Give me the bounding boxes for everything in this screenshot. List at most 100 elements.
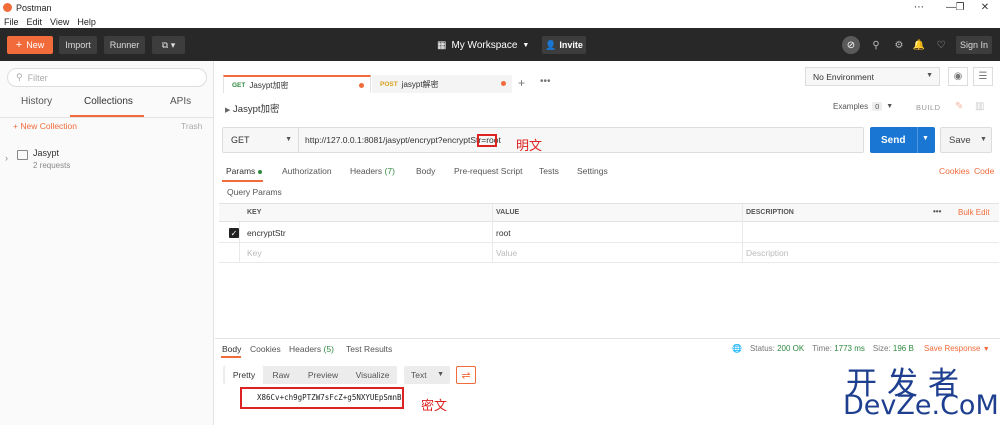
invite-button[interactable]: 👤 Invite [542,36,586,54]
bulk-edit-link[interactable]: Bulk Edit [958,208,990,217]
tab-jasypt-encrypt[interactable]: GET Jasypt加密 [223,75,371,93]
filter-input[interactable]: ⚲ Filter [7,68,207,87]
new-value-input[interactable]: Value [496,248,517,258]
edit-icon[interactable]: ✎ [955,101,963,112]
signin-button[interactable]: Sign In [956,36,992,54]
runner-button[interactable]: Runner [104,36,145,54]
send-button[interactable]: Send ▼ [870,127,935,153]
tab-prerequest-script[interactable]: Pre-request Script [454,166,523,176]
row-checkbox[interactable]: ✓ [229,228,239,238]
request-name-label: Jasypt加密 [233,104,280,115]
environment-select[interactable]: No Environment ▼ [805,67,940,86]
window-more-icon[interactable]: ⋯ [904,0,934,15]
new-window-button[interactable]: ⧉ ▾ [152,36,185,54]
table-more-icon[interactable]: ••• [933,207,941,216]
ciphertext-annotation: 密文 [421,398,448,413]
examples-label: Examples [833,102,869,111]
eye-icon[interactable]: ◉ [948,67,968,86]
menubar: File Edit View Help [0,15,1000,28]
status-label: Status: [749,344,775,353]
menu-edit[interactable]: Edit [27,17,43,27]
trash-link[interactable]: Trash [181,121,202,131]
collection-item[interactable]: › Jasypt 2 requests [5,147,205,175]
response-tab-cookies[interactable]: Cookies [250,344,281,354]
text-type-value: Text [411,370,427,380]
format-visualize[interactable]: Visualize [350,366,395,384]
request-name[interactable]: ▶ Jasypt加密 [225,101,280,115]
window-title: Postman [16,2,52,13]
tab-settings[interactable]: Settings [577,166,608,176]
menu-file[interactable]: File [4,17,19,27]
tab-jasypt-decrypt[interactable]: POST jasypt解密 [372,75,512,93]
chevron-down-icon: ▼ [886,103,894,110]
new-key-input[interactable]: Key [247,248,262,258]
tab-params[interactable]: Params [226,166,263,176]
window-restore-icon[interactable]: ❐ [952,0,968,15]
response-tab-headers[interactable]: Headers (5) [289,344,334,354]
format-preview[interactable]: Preview [301,366,345,384]
new-collection-button[interactable]: + New Collection [13,121,77,131]
url-input[interactable]: http://127.0.0.1:8081/jasypt/encrypt?enc… [305,135,501,145]
tab-headers[interactable]: Headers (7) [350,166,395,176]
text-type-select[interactable]: Text ▼ [404,366,450,384]
tab-history[interactable]: History [21,96,52,112]
params-active-dot [258,169,263,174]
tab-authorization[interactable]: Authorization [282,166,332,176]
heart-icon[interactable]: ♡ [932,36,950,54]
docs-icon[interactable]: ▥ [975,101,984,112]
tab-collections[interactable]: Collections [84,96,133,112]
sync-off-icon[interactable]: ⊘ [842,36,860,54]
wrap-lines-icon[interactable]: ⇌ [456,366,476,384]
time-group: Time: 1773 ms [812,344,865,353]
format-pretty[interactable]: Pretty [225,366,263,384]
new-description-input[interactable]: Description [746,248,789,258]
tab-apis[interactable]: APIs [170,96,191,112]
unsaved-dot [359,83,364,88]
tab-tests[interactable]: Tests [539,166,559,176]
examples-dropdown[interactable]: Examples 0 ▼ [833,102,893,111]
satellite-icon[interactable]: ⚲ [867,36,885,54]
active-tab-indicator [221,356,241,358]
tab-label: jasypt解密 [401,79,439,89]
response-tab-test-results[interactable]: Test Results [346,344,392,354]
search-icon: ⚲ [16,72,23,82]
chevron-right-icon: › [5,153,8,163]
window-plus-icon: ⧉ ▾ [161,39,176,50]
url-bar: GET ▼ http://127.0.0.1:8081/jasypt/encry… [222,127,864,153]
more-tabs-icon[interactable]: ••• [540,76,551,87]
format-raw[interactable]: Raw [266,366,296,384]
menu-help[interactable]: Help [77,17,96,27]
cookies-link[interactable]: Cookies [939,166,970,176]
save-response-button[interactable]: Save Response ▼ [924,344,990,353]
tab-body[interactable]: Body [416,166,435,176]
code-link[interactable]: Code [974,166,994,176]
window-close-icon[interactable]: ✕ [970,0,1000,15]
divider [239,222,240,263]
add-user-icon: 👤 [545,39,557,50]
environment-settings-icon[interactable]: ☰ [973,67,993,86]
build-label[interactable]: BUILD [916,103,941,112]
folder-icon [17,150,28,160]
notification-bell-icon[interactable]: 🔔 [910,36,928,54]
response-headers-count: (5) [323,344,334,354]
save-button[interactable]: Save ▼ [940,127,992,153]
response-body-text[interactable]: X86Cv+ch9gPTZW7sFcZ+g5NXYUEpSmnB [257,393,402,402]
menu-view[interactable]: View [50,17,69,27]
environment-value: No Environment [813,71,874,82]
active-tab-indicator [222,180,263,182]
new-button[interactable]: + New [7,36,53,54]
param-key-cell[interactable]: encryptStr [247,228,286,238]
watermark-line-2: DevZe.CoM [843,390,999,421]
param-value-cell[interactable]: root [496,228,511,238]
method-select[interactable]: GET ▼ [223,128,299,152]
column-value: VALUE [496,209,520,216]
chevron-down-icon: ▼ [922,135,929,142]
main-toolbar: + New Import Runner ⧉ ▾ ▦ My Workspace ▼… [0,28,1000,61]
request-tab-strip: GET Jasypt加密 POST jasypt解密 + ••• No Envi… [215,61,1000,95]
response-tab-body[interactable]: Body [222,344,241,354]
workspace-selector[interactable]: ▦ My Workspace ▼ [437,36,529,54]
response-status-bar: 🌐 Status: 200 OK Time: 1773 ms Size: 196… [732,344,914,353]
add-tab-icon[interactable]: + [518,76,525,90]
import-button[interactable]: Import [59,36,97,54]
settings-gear-icon[interactable]: ⚙ [890,36,908,54]
